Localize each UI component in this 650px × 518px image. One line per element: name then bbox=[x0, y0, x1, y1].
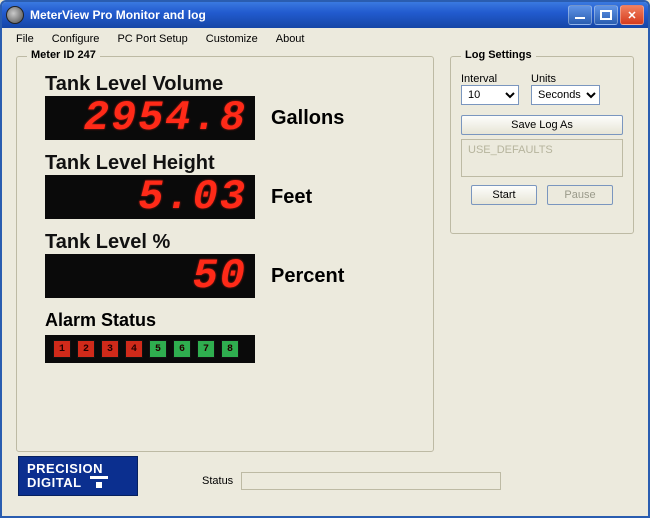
log-file-display: USE_DEFAULTS bbox=[461, 139, 623, 177]
led-display-percent: 50 bbox=[45, 254, 255, 298]
reading-label-percent: Tank Level % bbox=[45, 231, 415, 254]
minimize-button[interactable] bbox=[568, 5, 592, 25]
brand-symbol-icon bbox=[90, 476, 108, 489]
brand-line2: DIGITAL bbox=[27, 476, 82, 490]
led-digits-percent: 50 bbox=[193, 255, 247, 297]
led-digits-volume: 2954.8 bbox=[84, 97, 247, 139]
window-controls bbox=[568, 5, 644, 25]
reading-row-percent: 50 Percent bbox=[45, 254, 415, 298]
client-area: Meter ID 247 Tank Level Volume 2954.8 Ga… bbox=[2, 50, 648, 516]
pause-button[interactable]: Pause bbox=[547, 185, 613, 205]
menu-customize[interactable]: Customize bbox=[198, 31, 266, 47]
log-settings-groupbox: Log Settings Interval 10 Units Seconds S… bbox=[450, 56, 634, 234]
led-digits-height: 5.03 bbox=[138, 176, 247, 218]
reading-row-volume: 2954.8 Gallons bbox=[45, 96, 415, 140]
alarm-strip: 1 2 3 4 5 6 7 8 bbox=[45, 335, 255, 363]
unit-volume: Gallons bbox=[271, 107, 344, 130]
log-interval-row: Interval 10 Units Seconds bbox=[461, 73, 623, 105]
status-field bbox=[241, 472, 501, 490]
units-select[interactable]: Seconds bbox=[531, 85, 600, 105]
alarm-led-1: 1 bbox=[53, 340, 71, 358]
brand-line1: PRECISION bbox=[27, 462, 129, 476]
status-row: Status bbox=[202, 472, 501, 490]
units-label: Units bbox=[531, 73, 600, 85]
save-log-as-button[interactable]: Save Log As bbox=[461, 115, 623, 135]
led-display-height: 5.03 bbox=[45, 175, 255, 219]
titlebar: MeterView Pro Monitor and log bbox=[2, 2, 648, 28]
led-display-volume: 2954.8 bbox=[45, 96, 255, 140]
app-icon bbox=[6, 6, 24, 24]
menubar: File Configure PC Port Setup Customize A… bbox=[2, 28, 648, 51]
maximize-button[interactable] bbox=[594, 5, 618, 25]
status-label: Status bbox=[202, 475, 233, 487]
window-title: MeterView Pro Monitor and log bbox=[30, 8, 568, 22]
menu-about[interactable]: About bbox=[268, 31, 313, 47]
menu-pc-port-setup[interactable]: PC Port Setup bbox=[109, 31, 195, 47]
log-legend: Log Settings bbox=[461, 49, 536, 61]
reading-row-height: 5.03 Feet bbox=[45, 175, 415, 219]
unit-percent: Percent bbox=[271, 265, 344, 288]
reading-label-height: Tank Level Height bbox=[45, 152, 415, 175]
alarm-status-label: Alarm Status bbox=[45, 310, 415, 331]
alarm-led-5: 5 bbox=[149, 340, 167, 358]
close-button[interactable] bbox=[620, 5, 644, 25]
alarm-led-7: 7 bbox=[197, 340, 215, 358]
start-button[interactable]: Start bbox=[471, 185, 537, 205]
menu-configure[interactable]: Configure bbox=[44, 31, 108, 47]
brand-logo: PRECISION DIGITAL bbox=[18, 456, 138, 496]
interval-select[interactable]: 10 bbox=[461, 85, 519, 105]
meter-groupbox: Meter ID 247 Tank Level Volume 2954.8 Ga… bbox=[16, 56, 434, 452]
reading-label-volume: Tank Level Volume bbox=[45, 73, 415, 96]
unit-height: Feet bbox=[271, 186, 312, 209]
app-window: MeterView Pro Monitor and log File Confi… bbox=[0, 0, 650, 518]
interval-label: Interval bbox=[461, 73, 519, 85]
meter-legend: Meter ID 247 bbox=[27, 49, 100, 61]
log-buttons: Start Pause bbox=[461, 185, 623, 205]
menu-file[interactable]: File bbox=[8, 31, 42, 47]
alarm-led-4: 4 bbox=[125, 340, 143, 358]
alarm-led-6: 6 bbox=[173, 340, 191, 358]
alarm-led-2: 2 bbox=[77, 340, 95, 358]
alarm-led-8: 8 bbox=[221, 340, 239, 358]
alarm-led-3: 3 bbox=[101, 340, 119, 358]
